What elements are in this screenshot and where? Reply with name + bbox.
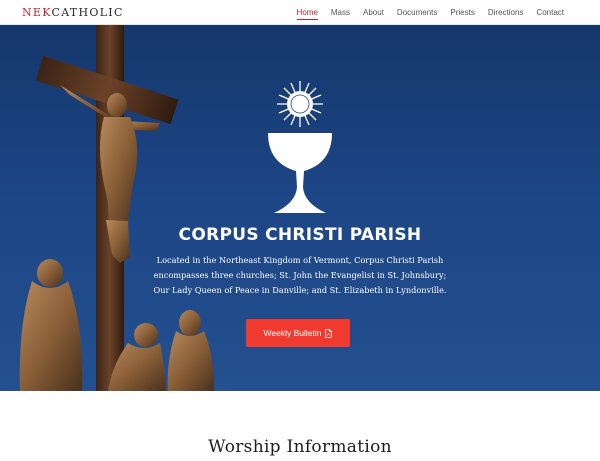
navbar: NEKCATHOLIC Home Mass About Documents Pr… bbox=[0, 0, 600, 25]
nav-mass[interactable]: Mass bbox=[331, 5, 350, 20]
site-logo[interactable]: NEKCATHOLIC bbox=[22, 6, 124, 19]
weekly-bulletin-label: Weekly Bulletin bbox=[263, 328, 322, 338]
nav-home[interactable]: Home bbox=[296, 5, 319, 20]
nav-about[interactable]: About bbox=[363, 5, 384, 20]
nav-contact[interactable]: Contact bbox=[536, 5, 564, 20]
hero-title: CORPUS CHRISTI PARISH bbox=[178, 225, 422, 245]
brand-rest: CATHOLIC bbox=[51, 5, 124, 19]
nav-documents[interactable]: Documents bbox=[397, 5, 437, 20]
chalice-host-icon bbox=[268, 81, 332, 213]
pdf-file-icon bbox=[325, 328, 333, 338]
nav-priests[interactable]: Priests bbox=[450, 5, 474, 20]
hero-banner: CORPUS CHRISTI PARISH Located in the Nor… bbox=[0, 25, 600, 391]
nav-directions[interactable]: Directions bbox=[488, 5, 524, 20]
brand-accent: NEK bbox=[22, 5, 52, 19]
weekly-bulletin-button[interactable]: Weekly Bulletin bbox=[246, 319, 350, 347]
section-title-worship: Worship Information bbox=[208, 437, 392, 457]
hero-description: Located in the Northeast Kingdom of Verm… bbox=[153, 255, 447, 295]
main-nav: Home Mass About Documents Priests Direct… bbox=[296, 0, 600, 25]
